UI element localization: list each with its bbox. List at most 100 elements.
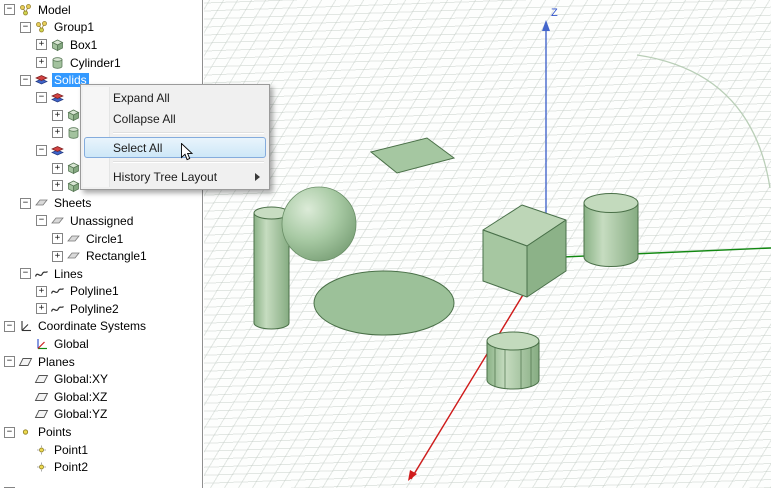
menu-separator (113, 132, 264, 134)
sheet-icon (66, 249, 81, 263)
scene-svg: Z (204, 0, 771, 488)
material-icon (50, 91, 65, 105)
context-menu: Expand All Collapse All Select All History … (80, 84, 270, 190)
collapse-toggle-icon[interactable]: − (36, 92, 47, 103)
tree-item-global-xy[interactable]: Global:XY (0, 370, 202, 388)
line-icon (50, 302, 65, 316)
box-object[interactable] (483, 205, 566, 297)
tree-item-polyline2[interactable]: + Polyline2 (0, 300, 202, 318)
mouse-cursor-icon (181, 143, 194, 162)
tree-item-model[interactable]: − Model (0, 1, 202, 19)
collapse-toggle-icon[interactable]: − (4, 321, 15, 332)
tree-item-label: Coordinate Systems (36, 319, 148, 333)
tree-item-label: Points (36, 425, 73, 439)
tree-item-label: Polyline2 (68, 302, 121, 316)
plane-icon (18, 355, 33, 369)
tree-item-hidden-27[interactable]: − (0, 484, 202, 488)
tree-item-point2[interactable]: Point2 (0, 458, 202, 476)
tree-item-point1[interactable]: Point1 (0, 441, 202, 459)
expand-toggle-icon[interactable]: + (52, 251, 63, 262)
tree-item-label: Global:XY (52, 372, 110, 386)
line-icon (50, 284, 65, 298)
menu-item-expand-all[interactable]: Expand All (83, 87, 267, 108)
collapse-toggle-icon[interactable]: − (36, 145, 47, 156)
tree-item-polyline1[interactable]: + Polyline1 (0, 283, 202, 301)
rectangle-sheet-object[interactable] (371, 138, 454, 173)
expand-toggle-icon[interactable]: + (52, 110, 63, 121)
tree-item-rectangle1[interactable]: +Rectangle1 (0, 247, 202, 265)
tree-item-label: Polyline1 (68, 284, 121, 298)
small-faceted-cylinder-object[interactable] (487, 332, 539, 389)
tree-item-label: Cylinder1 (68, 56, 123, 70)
menu-item-label: Expand All (113, 91, 170, 105)
y-axis (539, 248, 771, 258)
collapse-toggle-icon[interactable]: − (4, 356, 15, 367)
tree-item-label: Unassigned (68, 214, 135, 228)
line-icon (34, 267, 49, 281)
globalcs-icon (34, 337, 49, 351)
expand-toggle-icon[interactable]: + (52, 127, 63, 138)
tree-item-label: Planes (36, 355, 77, 369)
expand-toggle-icon[interactable]: + (36, 286, 47, 297)
collapse-toggle-icon[interactable]: − (20, 22, 31, 33)
tree-item-global-yz[interactable]: Global:YZ (0, 406, 202, 424)
menu-item-label: Select All (113, 141, 162, 155)
box-icon (66, 161, 81, 175)
tree-item-global[interactable]: Global (0, 335, 202, 353)
tree-item-coordinate-systems[interactable]: − Coordinate Systems (0, 318, 202, 336)
model-tree-panel: −Model−Group1+Box1+Cylinder1−Solids−++−+… (0, 0, 203, 488)
collapse-toggle-icon[interactable]: − (20, 268, 31, 279)
tree-item-circle1[interactable]: + Circle1 (0, 230, 202, 248)
box-icon (66, 179, 81, 193)
tree-item-label: Model (36, 3, 73, 17)
sphere-object[interactable] (282, 187, 356, 261)
sheet-icon (34, 196, 49, 210)
tree-item-box1[interactable]: + Box1 (0, 36, 202, 54)
expand-toggle-icon[interactable]: + (36, 57, 47, 68)
menu-item-label: Collapse All (113, 112, 176, 126)
tree-item-label: Box1 (68, 38, 99, 52)
menu-item-label: History Tree Layout (113, 170, 217, 184)
expand-toggle-icon[interactable]: + (36, 39, 47, 50)
tree-item-label: Global (52, 337, 91, 351)
collapse-toggle-icon[interactable]: − (4, 427, 15, 438)
menu-item-select-all[interactable]: Select All (84, 137, 266, 158)
collapse-toggle-icon[interactable]: − (4, 4, 15, 15)
tree-item-planes[interactable]: − Planes (0, 353, 202, 371)
expand-toggle-icon[interactable]: + (52, 180, 63, 191)
menu-item-collapse-all[interactable]: Collapse All (83, 108, 267, 129)
tree-item-group1[interactable]: −Group1 (0, 19, 202, 37)
tree-item-sheets[interactable]: −Sheets (0, 195, 202, 213)
coordsys-icon (18, 319, 33, 333)
right-cylinder-object[interactable] (584, 194, 638, 267)
tree-item-points[interactable]: − Points (0, 423, 202, 441)
menu-item-history-tree-layout[interactable]: History Tree Layout (83, 166, 267, 187)
point-icon (34, 460, 49, 474)
submenu-arrow-icon (255, 173, 260, 181)
plane-icon (34, 407, 49, 421)
expand-toggle-icon[interactable]: + (36, 303, 47, 314)
material-icon (34, 73, 49, 87)
tree-item-lines[interactable]: − Lines (0, 265, 202, 283)
collapse-toggle-icon[interactable]: − (36, 215, 47, 226)
collapse-toggle-icon[interactable]: − (20, 75, 31, 86)
circle-sheet-object[interactable] (314, 271, 454, 335)
app-window: Z (0, 0, 771, 488)
tree-item-label: Global:XZ (52, 390, 109, 404)
cylinder-icon (50, 56, 65, 70)
collapse-toggle-icon[interactable]: − (20, 198, 31, 209)
plane-icon (34, 372, 49, 386)
sheet-icon (50, 214, 65, 228)
viewport-3d[interactable]: Z (204, 0, 771, 488)
tree-item-global-xz[interactable]: Global:XZ (0, 388, 202, 406)
tree-item-cylinder1[interactable]: + Cylinder1 (0, 54, 202, 72)
construction-arc (637, 55, 770, 188)
point-icon (34, 443, 49, 457)
expand-toggle-icon[interactable]: + (52, 163, 63, 174)
tree-item-unassigned[interactable]: − Unassigned (0, 212, 202, 230)
expand-toggle-icon[interactable]: + (52, 233, 63, 244)
model-icon (18, 3, 33, 17)
tree-item-label: Lines (52, 267, 85, 281)
tree-item-label: Circle1 (84, 232, 125, 246)
cylinder-icon (66, 126, 81, 140)
